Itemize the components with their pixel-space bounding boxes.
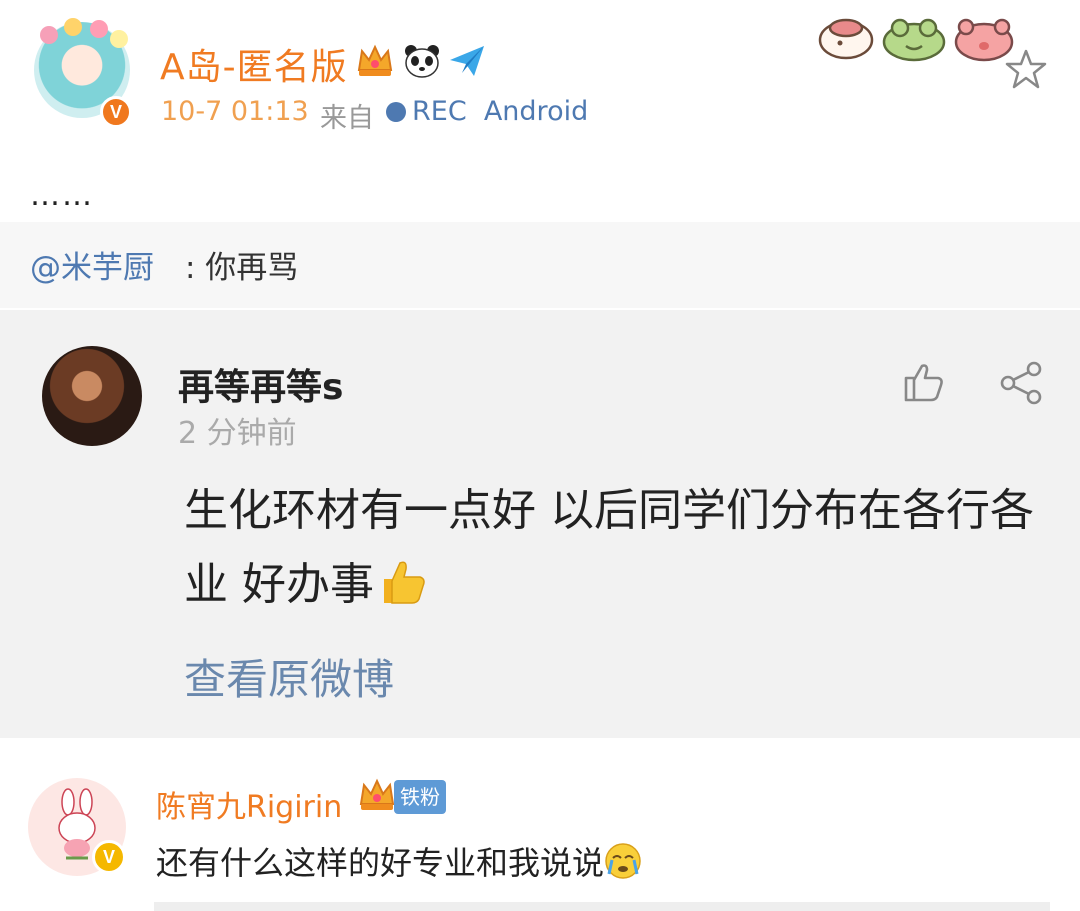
- comment-text: 还有什么这样的好专业和我说说: [156, 838, 642, 884]
- comment-avatar[interactable]: V: [28, 778, 126, 876]
- flower-decoration: [110, 30, 128, 48]
- avatar[interactable]: V: [34, 18, 132, 128]
- thumbs-up-emoji: [384, 561, 425, 604]
- quoted-username[interactable]: 再等再等s: [178, 358, 343, 410]
- flower-decoration: [40, 26, 58, 44]
- quoted-time: 2 分钟前: [178, 416, 297, 451]
- crown-icon: [359, 778, 395, 810]
- view-original-link[interactable]: 查看原微博: [184, 646, 394, 707]
- decoration-stickers-icon: [818, 18, 1014, 62]
- post-text: ……: [30, 178, 94, 213]
- quoted-text-content: 生化环材有一点好 以后同学们分布在各行各业 好办事: [184, 485, 1034, 610]
- like-icon[interactable]: [900, 360, 946, 404]
- post-source[interactable]: REC Android: [386, 96, 588, 127]
- repost-block: [0, 222, 1080, 308]
- source-dot-icon: [386, 101, 406, 122]
- post-time: 10-7 01:13: [161, 96, 309, 127]
- panda-icon: [405, 45, 439, 78]
- flower-decoration: [64, 18, 82, 36]
- star-icon[interactable]: [1004, 48, 1048, 90]
- crown-icon: [357, 44, 393, 76]
- reply-preview-bar[interactable]: [154, 902, 1050, 911]
- repost-text: : 你再骂: [185, 250, 299, 286]
- fan-badge: 铁粉: [394, 780, 446, 814]
- crying-emoji: [605, 843, 641, 879]
- verified-badge-icon: V: [92, 840, 126, 874]
- mention-link[interactable]: @米芋厨: [30, 242, 154, 287]
- quoted-avatar[interactable]: [42, 346, 142, 446]
- comment-text-content: 还有什么这样的好专业和我说说: [156, 844, 605, 882]
- paper-plane-icon: [450, 46, 484, 76]
- comment-username[interactable]: 陈宵九Rigirin: [156, 782, 342, 826]
- quoted-text: 生化环材有一点好 以后同学们分布在各行各业 好办事: [184, 474, 1044, 622]
- flower-decoration: [90, 20, 108, 38]
- share-icon[interactable]: [996, 360, 1046, 406]
- post-username[interactable]: A岛-匿名版: [160, 38, 348, 90]
- verified-badge-icon: V: [100, 96, 132, 128]
- post-source-text: REC Android: [412, 96, 589, 127]
- post-from-label: 来自: [320, 103, 374, 134]
